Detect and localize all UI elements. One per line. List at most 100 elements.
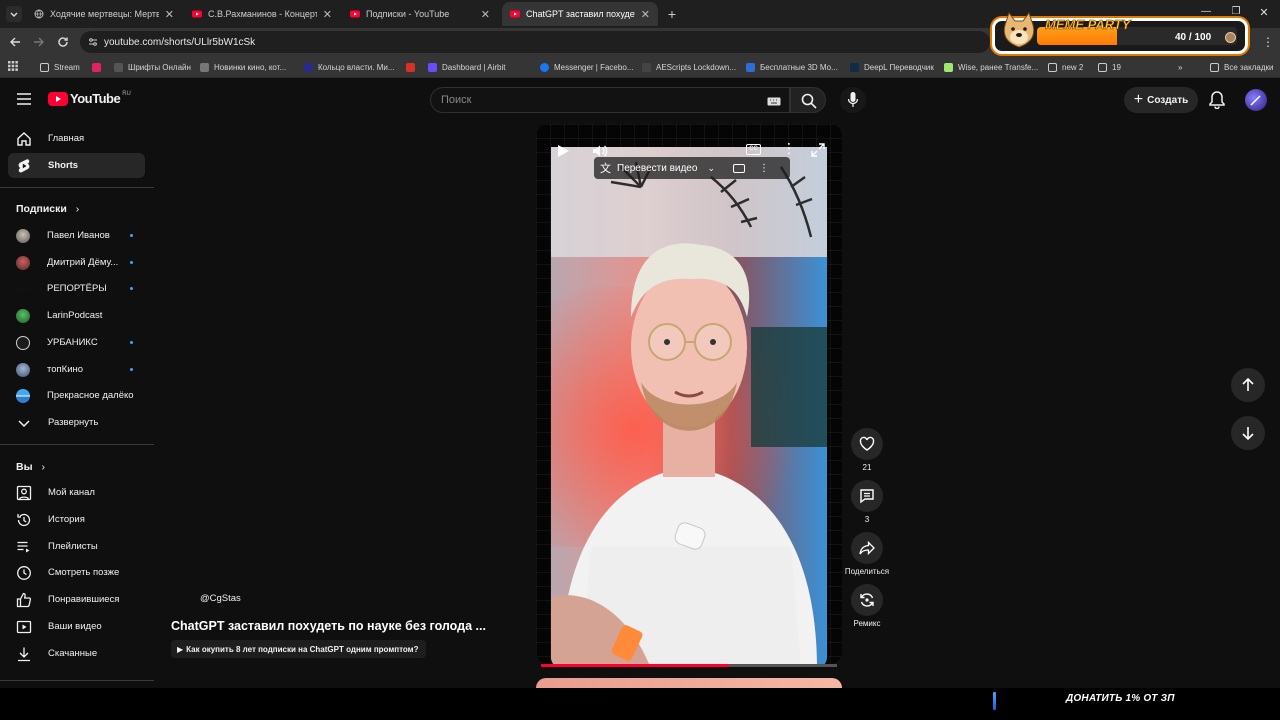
play-icon[interactable]: [556, 144, 570, 158]
sidebar-item-label: Понравившиеся: [48, 594, 120, 605]
address-bar[interactable]: youtube.com/shorts/ULlr5bW1cSk: [80, 31, 990, 53]
browser-tab-active[interactable]: ChatGPT заставил похудеть по ✕: [502, 2, 658, 26]
sidebar-item-your-videos[interactable]: Ваши видео: [8, 614, 145, 639]
bookmark-item[interactable]: [92, 60, 106, 74]
bookmark-item[interactable]: Кольцо власти. Ми...: [304, 60, 395, 74]
coin-icon: [1225, 32, 1236, 43]
fullscreen-icon[interactable]: [811, 143, 825, 157]
chevron-right-icon: ›: [75, 203, 80, 215]
sidebar-item-subscription[interactable]: РЕПОРТЁРЫ: [8, 276, 145, 301]
create-button[interactable]: + Создать: [1124, 87, 1198, 113]
bookmark-item[interactable]: Wise, ранее Transfe...: [944, 60, 1038, 74]
voice-search-button[interactable]: [840, 87, 866, 113]
short-channel-handle[interactable]: @CgStas: [200, 593, 241, 604]
short-title[interactable]: ChatGPT заставил похудеть по науке без г…: [171, 619, 486, 633]
sidebar-item-subscription[interactable]: Павел Иванов: [8, 223, 145, 248]
video-frame[interactable]: [551, 147, 827, 664]
subscriptions-header[interactable]: Подписки ›: [16, 203, 79, 215]
folder-icon: [1048, 62, 1057, 72]
new-tab-button[interactable]: +: [664, 6, 680, 22]
bookmark-item[interactable]: DeepL Переводчик: [850, 60, 934, 74]
close-tab-icon[interactable]: ✕: [641, 8, 650, 21]
subtitles-icon[interactable]: [732, 163, 745, 173]
avatar: [16, 388, 30, 403]
bookmark-item[interactable]: Шрифты Онлайн: [114, 60, 191, 74]
sidebar-item-label: Павел Иванов: [47, 230, 110, 241]
playlists-icon: [17, 541, 30, 552]
sidebar-item-downloads[interactable]: Скачанные: [8, 641, 145, 666]
keyboard-icon[interactable]: [767, 97, 781, 106]
translate-video-bar[interactable]: 文 Перевести видео ⌄ ⋮: [594, 157, 790, 179]
sidebar-item-my-channel[interactable]: Мой канал: [8, 480, 145, 505]
share-button[interactable]: [851, 532, 883, 564]
bookmark-favicon-icon: [114, 62, 123, 72]
sidebar-item-subscription[interactable]: топКино: [8, 357, 145, 382]
like-button[interactable]: [851, 428, 883, 460]
you-header[interactable]: Вы ›: [16, 461, 45, 473]
comments-button[interactable]: [851, 480, 883, 512]
sidebar-item-label: Shorts: [48, 160, 79, 171]
search-input[interactable]: Поиск: [430, 87, 790, 113]
sidebar-item-home[interactable]: Главная: [8, 126, 145, 151]
reload-icon[interactable]: [56, 35, 70, 49]
comment-icon: [860, 489, 874, 504]
sidebar-item-subscription[interactable]: LarinPodcast: [8, 303, 145, 328]
chevron-down-icon[interactable]: ⌄: [707, 163, 715, 174]
bookmark-item[interactable]: Все закладки: [1210, 60, 1273, 74]
bookmark-favicon-icon: [642, 62, 651, 72]
notifications-bell-icon[interactable]: [1209, 91, 1225, 109]
sidebar-item-history[interactable]: История: [8, 507, 145, 532]
bookmark-item[interactable]: Новинки кино, кот...: [200, 60, 286, 74]
hamburger-menu-icon[interactable]: [16, 92, 32, 106]
youtube-logo[interactable]: YouTube RU: [48, 91, 131, 106]
forward-arrow-icon[interactable]: [32, 35, 46, 49]
sidebar-item-subscription[interactable]: УРБАНИКС: [8, 330, 145, 355]
close-tab-icon[interactable]: ✕: [323, 8, 332, 21]
browser-tab[interactable]: Подписки - YouTube ✕: [342, 2, 498, 26]
sidebar-item-expand[interactable]: Развернуть: [8, 410, 145, 435]
bookmark-item[interactable]: Dashboard | Airbit: [428, 60, 505, 74]
next-short-button[interactable]: [1231, 416, 1265, 450]
site-info-icon[interactable]: [88, 37, 98, 47]
sidebar-item-label: Плейлисты: [48, 541, 98, 552]
share-label: Поделиться: [844, 567, 890, 576]
translate-more-icon[interactable]: ⋮: [759, 163, 769, 174]
more-bookmarks-button[interactable]: »: [1178, 60, 1182, 74]
sidebar-item-watch-later[interactable]: Смотреть позже: [8, 560, 145, 585]
sidebar-item-playlists[interactable]: Плейлисты: [8, 534, 145, 559]
bookmark-item[interactable]: new 2: [1048, 60, 1083, 74]
video-content-image: [551, 147, 827, 664]
video-progress-bar-track[interactable]: [541, 664, 837, 667]
tab-list-button[interactable]: [6, 6, 22, 22]
bookmark-favicon-icon: [304, 62, 313, 72]
remix-button[interactable]: [851, 584, 883, 616]
shorts-player[interactable]: CC ⋮ 文 Перевести видео ⌄ ⋮: [536, 124, 842, 664]
sidebar-item-liked[interactable]: Понравившиеся: [8, 587, 145, 612]
sidebar-item-subscription[interactable]: Дмитрий Дёму...: [8, 250, 145, 275]
bookmark-item[interactable]: Stream: [40, 60, 80, 74]
apps-grid-icon[interactable]: [8, 61, 18, 71]
bookmark-item[interactable]: Бесплатные 3D Мо...: [746, 60, 838, 74]
back-arrow-icon[interactable]: [8, 35, 22, 49]
close-tab-icon[interactable]: ✕: [165, 8, 174, 21]
previous-short-button[interactable]: [1231, 368, 1265, 402]
captions-button[interactable]: CC: [746, 144, 761, 155]
close-window-button[interactable]: ✕: [1256, 6, 1272, 20]
close-tab-icon[interactable]: ✕: [481, 8, 490, 21]
next-short-preview[interactable]: [536, 678, 842, 688]
sidebar-item-shorts[interactable]: Shorts: [8, 153, 145, 178]
sidebar-item-label: Смотреть позже: [48, 567, 120, 578]
bookmark-item[interactable]: 19: [1098, 60, 1121, 74]
sidebar-item-subscription[interactable]: Прекрасное далёко: [8, 383, 145, 408]
search-button[interactable]: [790, 87, 826, 113]
player-more-button[interactable]: ⋮: [782, 140, 796, 157]
bookmark-item[interactable]: [406, 60, 420, 74]
related-video-link[interactable]: ▶ Как окупить 8 лет подписки на ChatGPT …: [171, 640, 427, 658]
browser-menu-button[interactable]: ⋮: [1262, 35, 1274, 49]
browser-tab[interactable]: Ходячие мертвецы: Мертвый ✕: [26, 2, 182, 26]
bookmark-favicon-icon: [200, 62, 209, 72]
account-avatar[interactable]: [1245, 89, 1267, 111]
bookmark-item[interactable]: AEScripts Lockdown...: [642, 60, 736, 74]
bookmark-item[interactable]: Messenger | Facebo...: [540, 60, 633, 74]
browser-tab[interactable]: С.В.Рахманинов - Концерт № ✕: [184, 2, 340, 26]
